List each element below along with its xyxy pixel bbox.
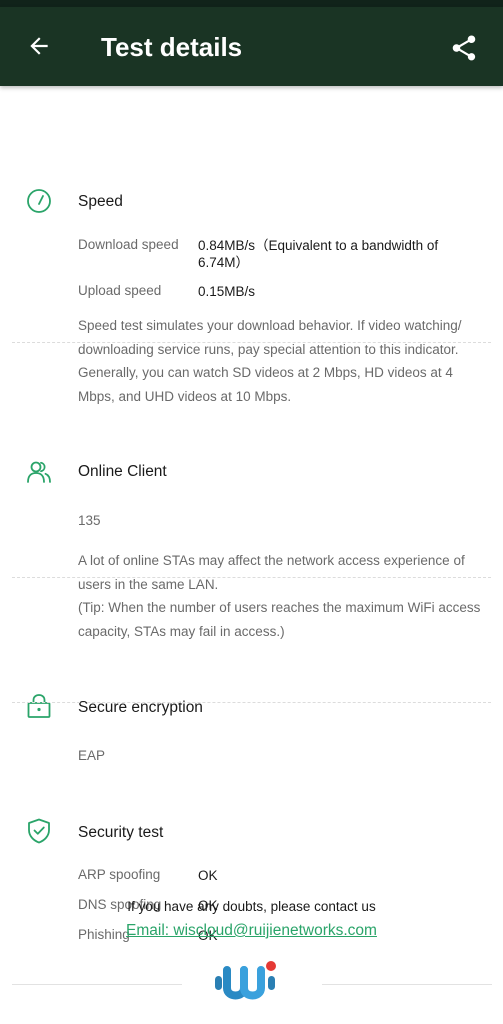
footer-divider-left [12,984,182,985]
arp-spoofing-value: OK [198,868,218,883]
shield-check-icon [28,818,50,844]
online-client-count: 135 [78,513,101,528]
download-speed-label: Download speed [78,237,179,252]
arrow-back-icon [30,37,48,55]
divider [12,577,491,578]
back-button[interactable] [22,29,56,63]
users-icon [27,461,51,483]
upload-speed-label: Upload speed [78,283,162,298]
section-title-online-client: Online Client [78,463,167,480]
share-icon [452,35,476,61]
lock-icon [27,694,51,718]
arp-spoofing-label: ARP spoofing [78,867,161,882]
online-client-tip: (Tip: When the number of users reaches t… [78,600,481,639]
email-link[interactable]: Email: wiscloud@ruijienetworks.com [126,922,377,939]
share-button[interactable] [447,31,481,65]
divider [12,702,491,703]
encryption-value: EAP [78,748,106,763]
upload-speed-value: 0.15MB/s [198,284,256,299]
section-title-speed: Speed [78,193,123,210]
email-link-row: Email: wiscloud@ruijienetworks.com [0,922,503,940]
footer-divider-right [322,984,492,985]
section-title-security-test: Security test [78,824,164,841]
app-bar: Test details [0,7,503,86]
download-speed-value: 0.84MB/s（Equivalent to a bandwidth of 6.… [198,238,439,270]
ruijie-logo-icon [215,961,276,1000]
speed-description: Speed test simulates your download behav… [78,318,462,404]
status-bar [0,0,503,7]
divider [12,342,491,343]
contact-text: If you have any doubts, please contact u… [127,899,376,914]
speedometer-icon [27,189,51,213]
online-client-description: A lot of online STAs may affect the netw… [78,553,465,592]
page-title: Test details [101,32,243,62]
